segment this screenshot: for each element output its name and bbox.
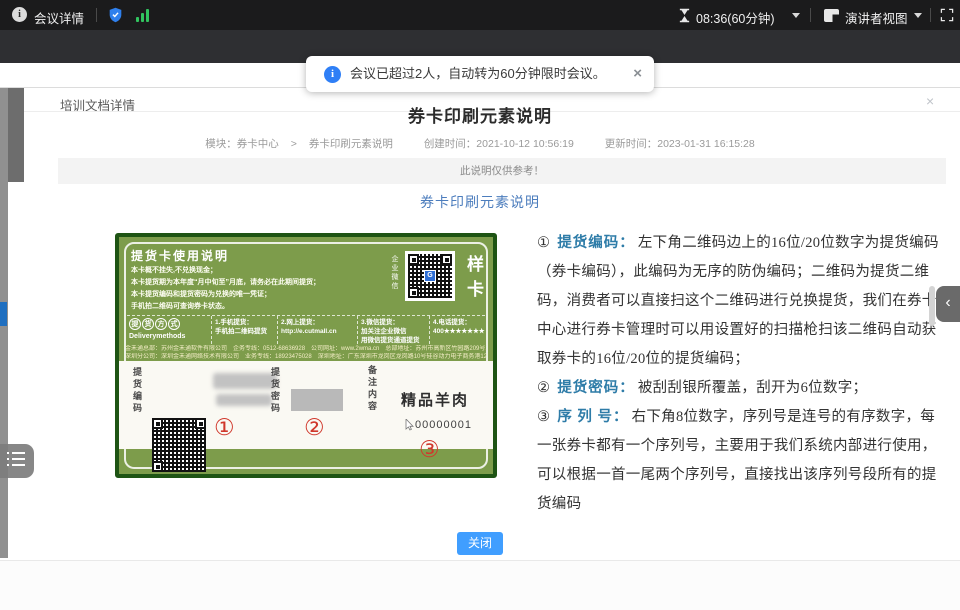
card-methods-stamp: 提货方式 Deliverymethods — [127, 316, 211, 344]
toast-close-icon[interactable]: × — [633, 56, 642, 92]
card-fineprint-line2: 深圳分公司：深圳金禾通网络技术有限公司 业务专线：18923475028 深圳地… — [125, 353, 487, 361]
card-fineprint-line1: 金禾通总部：苏州金禾通软件有限公司 企务专线：0512-68636928 公司网… — [125, 345, 487, 353]
view-mode-button[interactable]: 演讲者视图 — [845, 8, 908, 27]
card-code-redacted — [216, 394, 272, 406]
card-usage-line: 本卡概不挂失,不兑换现金； — [131, 265, 217, 275]
mouse-cursor-icon — [405, 419, 414, 431]
meta-updated: 更新时间：2023-01-31 16:15:28 — [605, 138, 755, 150]
card-method-1: 1.手机提货： 手机拍二维码提货 — [211, 316, 277, 344]
card-scratch-panel — [291, 389, 343, 411]
card-wecom-label: 企业微信 — [389, 255, 399, 303]
screen: i 会议详情 08:36(60分钟) 演讲者视图 礼盒营销平台管理中心 × 系统… — [0, 0, 960, 610]
card-serial-number: 00000001 — [405, 419, 472, 431]
explanation-text: ①提货编码：左下角二维码边上的16位/20位数字为提货编码（券卡编码），此编码为… — [537, 229, 941, 519]
card-sample-label: 样卡 — [461, 255, 486, 317]
panel-collapse-handle[interactable]: ‹ — [936, 286, 960, 322]
meta-module-name: 券卡印刷元素说明 — [309, 138, 393, 150]
hourglass-icon — [678, 8, 691, 23]
card-product-name: 精品羊肉 — [401, 389, 469, 410]
explanation-2: ②提货密码：被刮刮银所覆盖，刮开为6位数字； — [537, 374, 941, 403]
section-title: 券卡印刷元素说明 — [0, 192, 960, 212]
card-code-redacted — [213, 373, 277, 389]
qr-logo: G — [424, 270, 436, 282]
meeting-toast: i 会议已超过2人，自动转为60分钟限时会议。 × — [306, 56, 654, 92]
view-caret-icon[interactable] — [914, 13, 922, 18]
divider — [930, 8, 931, 22]
background-menu-highlight — [0, 302, 7, 326]
card-delivery-methods: 提货方式 Deliverymethods 1.手机提货： 手机拍二维码提货 2.… — [127, 315, 485, 344]
card-usage-line: 手机拍二维码可查询券卡状态。 — [131, 301, 229, 311]
document-title: 券卡印刷元素说明 — [200, 102, 760, 127]
meta-module: 模块：券卡中心 — [205, 138, 279, 150]
card-usage-line: 本卡提货期为本年度“月中旬至”月底，请务必在此期间提货； — [131, 277, 320, 287]
meeting-toolbar: 解除静音 开启视频 共享屏幕 邀请 成员(4) 聊天 录制 — [0, 560, 960, 610]
meta-separator: > — [291, 138, 297, 150]
network-signal-icon[interactable] — [136, 8, 152, 22]
meeting-timer[interactable]: 08:36(60分钟) — [696, 8, 775, 27]
card-password-label: 提货密码 — [269, 367, 282, 439]
explanation-1: ①提货编码：左下角二维码边上的16位/20位数字为提货编码（券卡编码），此编码为… — [537, 229, 941, 374]
background-sidebar-fragment — [8, 88, 24, 182]
speaker-view-icon[interactable] — [824, 9, 839, 22]
close-document-button[interactable]: 关闭 — [457, 532, 503, 555]
card-method-3: 3.微信提货： 加关注企业微信 用微信提货通道提货 — [357, 316, 429, 344]
document-meta: 模块：券卡中心 > 券卡印刷元素说明 创建时间：2021-10-12 10:56:1… — [0, 136, 960, 151]
notice-bar: 此说明仅供参考！ — [58, 158, 946, 184]
meta-created: 创建时间：2021-10-12 10:56:19 — [424, 138, 574, 150]
timer-caret-icon[interactable] — [792, 13, 800, 18]
page-scrollbar-thumb[interactable] — [929, 286, 935, 326]
card-marker-2: ② — [304, 416, 325, 439]
meeting-info-icon[interactable]: i — [12, 7, 27, 22]
fullscreen-icon[interactable] — [940, 8, 954, 22]
card-usage-line: 本卡提货编码和提货密码为兑换的唯一凭证； — [131, 289, 271, 299]
divider — [810, 8, 811, 22]
card-method-2: 2.网上提货： http://e.cutmall.cn — [277, 316, 357, 344]
divider — [96, 8, 97, 22]
explanation-3: ③序 列 号：右下角8位数字，序列号是连号的有序数字，每一张券卡都有一个序列号，… — [537, 403, 941, 519]
card-method-4: 4.电话提货： 400★★★★★★★ — [429, 316, 485, 344]
toast-info-icon: i — [324, 66, 341, 83]
catalog-toggle-button[interactable] — [0, 444, 34, 478]
card-remark-label: 备注内容 — [366, 365, 379, 441]
card-methods-stamp-en: Deliverymethods — [129, 332, 209, 341]
gift-card-image: 提货卡使用说明 本卡概不挂失,不兑换现金； 本卡提货期为本年度“月中旬至”月底，… — [115, 233, 497, 478]
card-marker-3: ③ — [419, 438, 440, 461]
card-pickup-qr-code — [151, 417, 207, 473]
card-marker-1: ① — [214, 416, 235, 439]
card-usage-title: 提货卡使用说明 — [131, 247, 229, 264]
toast-text: 会议已超过2人，自动转为60分钟限时会议。 — [350, 56, 606, 92]
card-code-label: 提货编码 — [131, 367, 144, 439]
modal-close-icon[interactable]: × — [926, 93, 934, 109]
card-wecom-qr-code: G — [405, 251, 455, 301]
security-shield-icon[interactable] — [108, 7, 123, 23]
meeting-details-button[interactable]: 会议详情 — [34, 8, 84, 27]
training-doc-page: 培训文档详情 × 券卡印刷元素说明 模块：券卡中心>券卡印刷元素说明 创建时间：… — [0, 88, 960, 560]
meeting-topbar: i 会议详情 08:36(60分钟) 演讲者视图 — [0, 0, 960, 30]
